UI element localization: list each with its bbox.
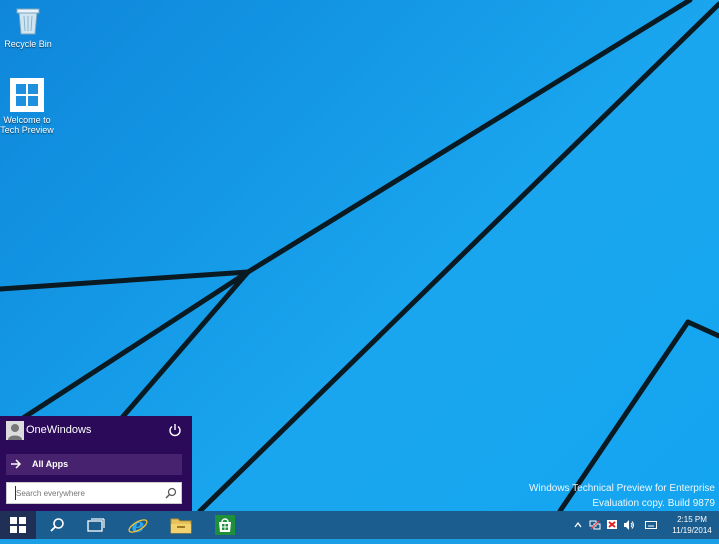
username: OneWindows [26, 424, 92, 436]
task-view-button[interactable] [77, 511, 115, 539]
all-apps-button[interactable]: All Apps [6, 454, 182, 475]
show-hidden-icons-icon[interactable] [574, 522, 582, 528]
keyboard-icon[interactable] [645, 521, 657, 529]
desktop-icon-label: Welcome to Tech Preview [0, 115, 54, 135]
all-apps-label: All Apps [32, 459, 69, 469]
network-icon[interactable] [589, 519, 601, 531]
user-account-row[interactable]: OneWindows [6, 421, 188, 441]
search-input[interactable] [15, 486, 162, 500]
watermark-line-2: Evaluation copy. Build 9879 [592, 498, 715, 509]
action-center-flag-icon[interactable] [606, 519, 618, 531]
start-menu: OneWindows All Apps [0, 416, 192, 511]
internet-explorer-icon: e [128, 514, 148, 536]
search-box[interactable] [6, 482, 182, 504]
file-explorer-button[interactable] [162, 511, 200, 539]
evaluation-watermark: Windows Technical Preview for Enterprise… [529, 481, 715, 511]
windows-logo-icon [10, 78, 44, 112]
search-icon [50, 518, 64, 532]
file-explorer-icon [170, 518, 192, 534]
recycle-bin-icon [16, 8, 40, 35]
volume-icon[interactable] [623, 519, 635, 531]
clock-time: 2:15 PM [677, 515, 707, 524]
store-icon [215, 515, 235, 535]
windows-start-icon [10, 517, 26, 533]
store-button[interactable] [206, 511, 244, 539]
svg-text:e: e [132, 514, 145, 536]
system-tray: 2:15 PM 11/19/2014 [559, 511, 719, 539]
watermark-line-1: Windows Technical Preview for Enterprise [528, 483, 715, 494]
taskbar-search-button[interactable] [38, 511, 76, 539]
clock[interactable]: 2:15 PM 11/19/2014 [669, 514, 715, 536]
desktop-icon-recycle-bin[interactable]: Recycle Bin [0, 4, 58, 49]
start-button[interactable] [0, 511, 36, 539]
desktop-icon-label: Recycle Bin [4, 39, 52, 49]
taskbar: e 2:15 PM 11/19/2014 [0, 511, 719, 539]
arrow-right-icon [11, 459, 22, 469]
search-icon[interactable] [165, 487, 177, 499]
power-icon[interactable] [168, 423, 182, 437]
clock-date: 11/19/2014 [672, 526, 712, 535]
desktop-icon-welcome[interactable]: Welcome to Tech Preview [0, 78, 57, 135]
internet-explorer-button[interactable]: e [119, 511, 157, 539]
task-view-icon [87, 518, 105, 532]
user-avatar-icon [6, 421, 24, 440]
